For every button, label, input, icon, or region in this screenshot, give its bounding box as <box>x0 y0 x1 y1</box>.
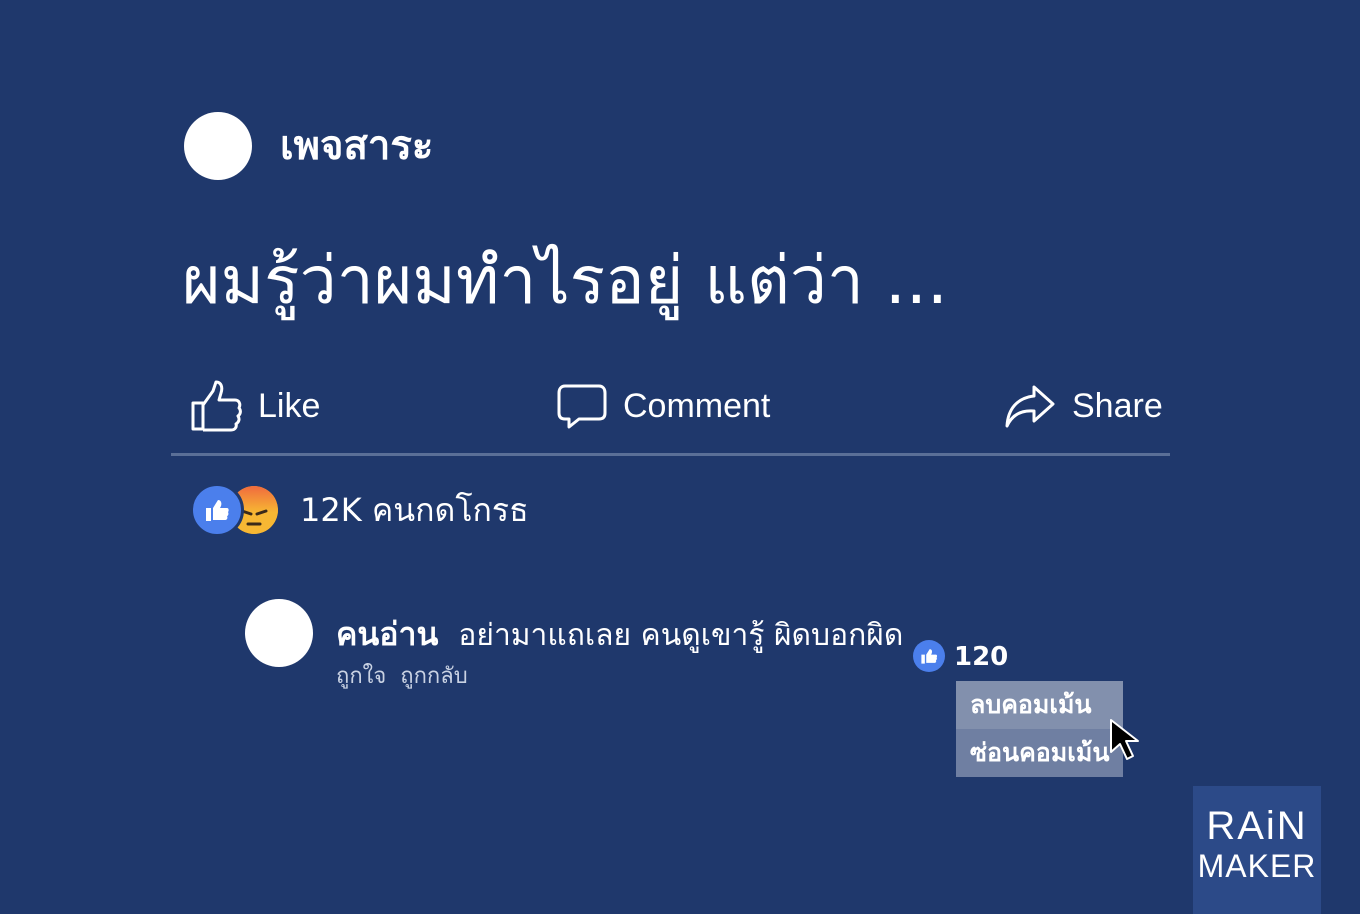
comment-context-menu: ลบคอมเม้น ซ่อนคอมเม้น <box>956 681 1123 777</box>
brand-logo-line2: MAKER <box>1197 848 1317 884</box>
like-button[interactable]: Like <box>190 376 320 436</box>
brand-logo-line1: RAiN <box>1206 804 1308 848</box>
thumbs-up-icon <box>191 380 242 432</box>
comment-like-count: 120 <box>954 642 1009 672</box>
divider <box>171 453 1170 456</box>
comment-actions: ถูกใจ ถูกกลับ <box>336 660 482 694</box>
mouse-cursor-icon <box>1110 719 1139 760</box>
comment-button[interactable]: Comment <box>557 376 770 436</box>
comment-reply-link[interactable]: ถูกกลับ <box>400 664 467 689</box>
share-button[interactable]: Share <box>1004 376 1163 436</box>
post-text: ผมรู้ว่าผมทำไรอยู่ แต่ว่า ... <box>182 242 948 319</box>
like-label: Like <box>258 387 321 425</box>
commenter-name[interactable]: คนอ่าน <box>336 615 438 653</box>
reaction-summary[interactable]: 12K คนกดโกรธ <box>300 488 529 532</box>
comment-like-icon <box>913 640 945 672</box>
comment-bubble-icon <box>557 384 607 429</box>
comment-line: คนอ่าน อย่ามาแถเลย คนดูเขารู้ ผิดบอกผิด <box>336 612 903 662</box>
menu-item-delete-comment[interactable]: ลบคอมเม้น <box>956 681 1123 729</box>
comment-text: อย่ามาแถเลย คนดูเขารู้ ผิดบอกผิด <box>458 618 904 653</box>
comment-label: Comment <box>623 387 771 425</box>
brand-logo: RAiN MAKER <box>1193 806 1321 886</box>
page-avatar[interactable] <box>184 112 252 180</box>
share-label: Share <box>1072 387 1163 425</box>
menu-item-hide-comment[interactable]: ซ่อนคอมเม้น <box>956 729 1123 777</box>
share-arrow-icon <box>1005 385 1055 428</box>
page-name[interactable]: เพจสาระ <box>280 118 433 174</box>
comment-like-link[interactable]: ถูกใจ <box>336 664 386 689</box>
like-reaction-icon <box>190 483 244 537</box>
commenter-avatar[interactable] <box>245 599 313 667</box>
